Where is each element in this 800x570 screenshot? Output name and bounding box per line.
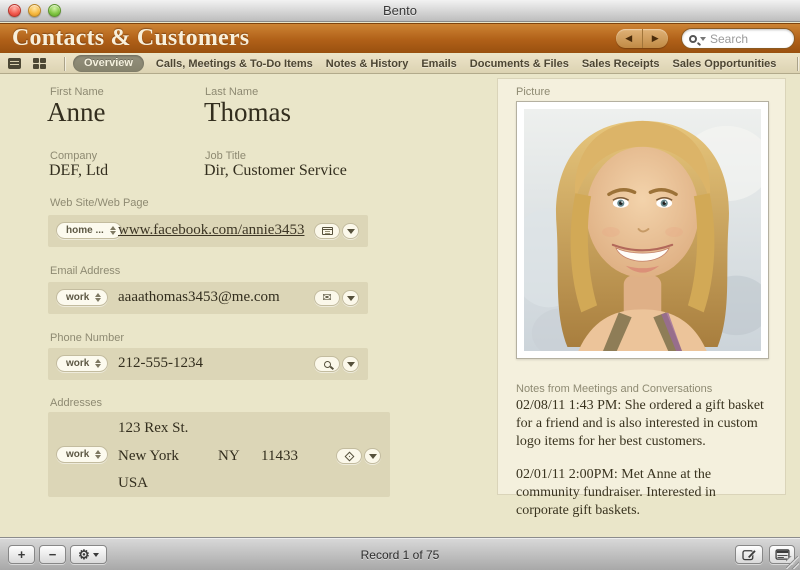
website-label: Web Site/Web Page [50,197,149,209]
email-row: work aaaathomas3453@me.com ✉ [48,282,368,314]
tab-sales-receipts[interactable]: Sales Receipts [582,58,660,70]
divider [64,56,65,71]
picture-label: Picture [516,86,551,98]
address-actions-button[interactable] [364,448,381,464]
job-title-value[interactable]: Dir, Customer Service [204,162,347,180]
search-icon [689,34,697,43]
send-email-button[interactable]: ✉ [314,290,340,306]
statusbar: + − ⚙ Record 1 of 75 [0,537,800,570]
address-row: work 123 Rex St. New York NY 11433 USA [48,412,390,497]
notes-field[interactable]: 02/08/11 1:43 PM: She ordered a gift bas… [516,397,769,534]
tab-sales-opportunities[interactable]: Sales Opportunities [672,58,776,70]
edit-form-button[interactable] [735,545,763,564]
dropdown-arrow-icon [346,295,355,301]
bento-window: Bento Contacts & Customers ◀ ▶ Overview … [0,0,800,570]
stepper-arrows-icon [95,359,102,368]
stepper-arrows-icon [95,450,102,459]
address-country-value[interactable]: USA [118,475,148,492]
window-resize-grip[interactable] [786,556,799,569]
dropdown-arrow-icon [346,228,355,234]
address-type-dropdown[interactable]: work [56,446,108,463]
website-type-value: home ... [66,225,104,236]
forward-icon: ▶ [651,33,659,43]
form-tabbar: Overview Calls, Meetings & To-Do Items N… [0,54,800,74]
phone-type-dropdown[interactable]: work [56,355,108,372]
previous-record-button[interactable]: ◀ [616,29,643,48]
address-street-value[interactable]: 123 Rex St. [118,420,188,437]
table-view-icon[interactable] [8,58,21,69]
browser-icon [321,227,333,235]
media-panel: Picture Notes from Meetings and Conversa… [497,78,786,518]
open-website-button[interactable] [314,223,340,239]
search-input[interactable] [710,31,790,46]
tab-documents-files[interactable]: Documents & Files [470,58,569,70]
library-header: Contacts & Customers ◀ ▶ [0,23,800,53]
pencil-square-icon [741,549,756,561]
magnifier-icon [323,360,331,368]
search-field[interactable] [681,28,795,49]
phone-row: work 212-555-1234 [48,348,368,380]
note-entry: 02/08/11 1:43 PM: She ordered a gift bas… [516,398,764,450]
dropdown-arrow-icon [346,361,355,367]
address-zip-value[interactable]: 11433 [261,448,298,465]
phone-value[interactable]: 212-555-1234 [118,355,203,372]
email-label: Email Address [50,265,121,277]
notes-label: Notes from Meetings and Conversations [516,383,713,395]
next-record-button[interactable]: ▶ [643,29,669,48]
library-title: Contacts & Customers [12,25,250,51]
company-label: Company [50,150,98,162]
website-type-dropdown[interactable]: home ... [56,222,122,239]
compass-icon [344,451,354,461]
tab-calls-meetings-todo[interactable]: Calls, Meetings & To-Do Items [156,58,313,70]
stepper-arrows-icon [109,226,116,235]
address-city-value[interactable]: New York [118,448,179,465]
back-icon: ◀ [625,33,633,43]
divider [797,56,799,71]
company-value[interactable]: DEF, Ltd [49,162,108,180]
record-navigation: ◀ ▶ [616,29,668,48]
portrait-photo-illustration [524,109,761,351]
website-actions-button[interactable] [342,223,359,239]
tab-notes-history[interactable]: Notes & History [326,58,409,70]
window-titlebar[interactable]: Bento [0,0,800,22]
grid-view-icon[interactable] [33,58,46,69]
email-value[interactable]: aaaathomas3453@me.com [118,289,280,306]
email-type-value: work [66,292,90,303]
window-title: Bento [383,3,417,18]
website-row: home ... www.facebook.com/annie3453 [48,215,368,247]
tab-emails[interactable]: Emails [421,58,456,70]
email-actions-button[interactable] [342,290,359,306]
stepper-arrows-icon [95,293,102,302]
job-title-label: Job Title [205,150,246,162]
address-state-value[interactable]: NY [218,448,240,465]
address-type-value: work [66,449,90,460]
envelope-icon: ✉ [322,291,332,304]
addresses-label: Addresses [50,397,102,409]
tab-overview[interactable]: Overview [73,55,144,72]
first-name-value[interactable]: Anne [47,97,105,128]
email-type-dropdown[interactable]: work [56,289,108,306]
phone-label: Phone Number [50,332,124,344]
phone-type-value: work [66,358,90,369]
last-name-value[interactable]: Thomas [204,97,291,128]
search-scope-caret-icon [700,36,706,41]
phone-actions-button[interactable] [342,356,359,372]
note-entry: 02/01/11 2:00PM: Met Anne at the communi… [516,466,716,518]
website-value-link[interactable]: www.facebook.com/annie3453 [118,222,304,239]
contact-photo[interactable] [516,101,769,359]
dropdown-arrow-icon [368,453,377,459]
record-counter: Record 1 of 75 [360,548,440,562]
phone-lookup-button[interactable] [314,356,340,372]
map-address-button[interactable] [336,448,362,464]
